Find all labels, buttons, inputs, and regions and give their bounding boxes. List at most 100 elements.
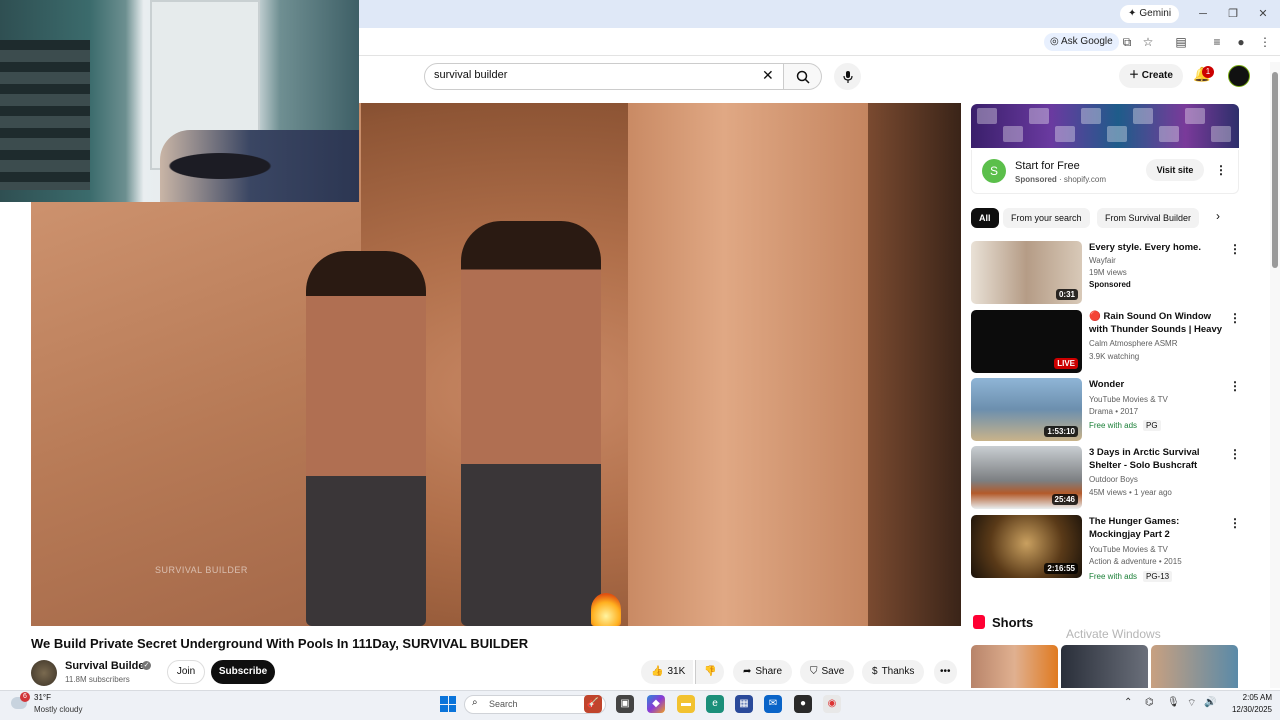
- recommendation-item[interactable]: 2:16:55 The Hunger Games: Mockingjay Par…: [971, 515, 1241, 582]
- microphone-icon: [842, 70, 853, 83]
- share-label: Share: [755, 666, 783, 677]
- weather-temperature[interactable]: 31°F: [34, 693, 51, 702]
- verified-check-icon: ✓: [142, 661, 151, 670]
- ask-google-button[interactable]: ◎ Ask Google: [1044, 33, 1119, 51]
- bookmark-star-icon[interactable]: ☆: [1139, 33, 1157, 51]
- clock-time[interactable]: 2:05 AM: [1236, 693, 1272, 702]
- close-window-icon[interactable]: ✕: [1248, 4, 1278, 24]
- recommendation-more-icon[interactable]: ⋮: [1229, 515, 1241, 531]
- like-button[interactable]: 👍 31K: [641, 660, 694, 684]
- voice-search-button[interactable]: [834, 63, 861, 90]
- recommendation-title: 🔴 Rain Sound On Window with Thunder Soun…: [1089, 311, 1223, 335]
- recommendation-more-icon[interactable]: ⋮: [1229, 446, 1241, 462]
- duration-badge: 25:46: [1051, 494, 1078, 505]
- volume-icon[interactable]: 🔊: [1204, 697, 1216, 708]
- recommendation-channel: Wayfair: [1089, 256, 1116, 265]
- recommendation-more-icon[interactable]: ⋮: [1229, 310, 1241, 326]
- ad-title[interactable]: Start for Free: [1015, 160, 1080, 172]
- recommendation-meta: Action & adventure • 2015: [1089, 557, 1182, 566]
- profile-icon[interactable]: ●: [1232, 33, 1250, 51]
- activate-windows-watermark: Activate Windows: [1066, 627, 1161, 641]
- recommendation-item[interactable]: LIVE 🔴 Rain Sound On Window with Thunder…: [971, 310, 1241, 374]
- recommendation-more-icon[interactable]: ⋮: [1229, 378, 1241, 394]
- github-desktop-icon[interactable]: ●: [794, 695, 812, 713]
- video-scene-man-right: [461, 221, 601, 626]
- wifi-icon[interactable]: ⌔: [1187, 697, 1196, 710]
- chevron-right-icon[interactable]: ›: [1216, 209, 1220, 223]
- restore-icon[interactable]: ❐: [1218, 4, 1248, 24]
- weather-description[interactable]: Mostly cloudy: [34, 705, 82, 714]
- recommendation-thumbnail: LIVE: [971, 310, 1082, 373]
- channel-name[interactable]: Survival Builder: [65, 660, 149, 672]
- short-thumbnail[interactable]: [1151, 645, 1238, 688]
- tab-search-icon[interactable]: ▤: [1172, 33, 1190, 51]
- ad-banner-image[interactable]: [971, 104, 1239, 148]
- windows-taskbar: [0, 690, 1280, 720]
- file-explorer-icon[interactable]: ▬: [677, 695, 695, 713]
- ask-google-label: Ask Google: [1060, 36, 1113, 47]
- minimize-icon[interactable]: ─: [1188, 4, 1218, 24]
- plus-icon: ＋: [1129, 70, 1139, 81]
- more-actions-button[interactable]: •••: [934, 660, 957, 684]
- chrome-browser-icon[interactable]: ◉: [823, 695, 841, 713]
- scrollbar-thumb[interactable]: [1272, 72, 1278, 268]
- copilot-icon[interactable]: ◆: [647, 695, 665, 713]
- task-view-icon[interactable]: ▣: [616, 695, 634, 713]
- create-button[interactable]: ＋ Create: [1119, 64, 1183, 88]
- gemini-button[interactable]: ✦ Gemini: [1120, 5, 1180, 23]
- join-button[interactable]: Join: [167, 660, 205, 684]
- clear-search-icon[interactable]: ✕: [762, 67, 774, 84]
- recommendation-item[interactable]: 0:31 Every style. Every home. Wayfair 19…: [971, 241, 1241, 305]
- recommendation-meta: 45M views • 1 year ago: [1089, 488, 1172, 497]
- store-icon[interactable]: ▦: [735, 695, 753, 713]
- edge-browser-icon[interactable]: e: [706, 695, 724, 713]
- share-button[interactable]: ➦ Share: [733, 660, 793, 684]
- chip-from-your-search[interactable]: From your search: [1003, 208, 1090, 228]
- search-button[interactable]: [784, 63, 822, 90]
- account-avatar[interactable]: [1228, 65, 1250, 87]
- save-label: Save: [821, 666, 845, 677]
- guitar-widget-icon[interactable]: 🎸: [584, 695, 602, 713]
- free-with-ads-label: Free with ads: [1089, 421, 1138, 430]
- save-button[interactable]: ⛉ Save: [800, 660, 855, 684]
- clock-date[interactable]: 12/30/2025: [1226, 705, 1272, 714]
- webcam-overlay: [0, 0, 359, 202]
- network-icon[interactable]: ⌬: [1145, 697, 1154, 708]
- recommendation-meta: 19M views: [1089, 268, 1127, 277]
- recommendation-thumbnail: 2:16:55: [971, 515, 1082, 578]
- shorts-icon: [973, 615, 985, 629]
- recommendation-title: Wonder: [1089, 379, 1125, 390]
- duration-badge: 0:31: [1055, 289, 1078, 300]
- thanks-button[interactable]: $ Thanks: [862, 660, 925, 684]
- rating-badge: PG-13: [1143, 571, 1173, 582]
- thumbs-down-icon: 👎: [704, 666, 717, 677]
- ad-sponsored-line: Sponsored · shopify.com: [1015, 175, 1106, 184]
- dislike-button[interactable]: 👎: [695, 660, 725, 684]
- short-thumbnail[interactable]: [1061, 645, 1148, 688]
- recommendation-title: Every style. Every home.: [1089, 242, 1201, 253]
- reading-list-icon[interactable]: ≡: [1208, 33, 1226, 51]
- recommendation-channel: YouTube Movies & TV: [1089, 545, 1168, 554]
- outlook-icon[interactable]: ✉: [764, 695, 782, 713]
- short-thumbnail[interactable]: [971, 645, 1058, 688]
- recommendation-item[interactable]: 1:53:10 Wonder YouTube Movies & TV Drama…: [971, 378, 1241, 442]
- notification-count-badge: 1: [1202, 66, 1214, 78]
- show-hidden-icons[interactable]: ⌃: [1124, 697, 1132, 708]
- shorts-heading: Shorts: [992, 615, 1034, 630]
- ad-more-icon[interactable]: ⋮: [1215, 162, 1227, 178]
- channel-avatar[interactable]: [31, 660, 57, 686]
- subscribe-button[interactable]: Subscribe: [211, 660, 275, 684]
- video-scene-fire: [591, 593, 621, 626]
- gemini-icon: ✦: [1128, 8, 1137, 19]
- live-badge: LIVE: [1054, 358, 1078, 369]
- recommendation-more-icon[interactable]: ⋮: [1229, 241, 1241, 257]
- recommendation-item[interactable]: 25:46 3 Days in Arctic Survival Shelter …: [971, 446, 1241, 510]
- windows-start-icon[interactable]: [440, 696, 456, 712]
- visit-site-button[interactable]: Visit site: [1146, 159, 1204, 181]
- chip-all[interactable]: All: [971, 208, 999, 228]
- microphone-tray-icon[interactable]: 🎙: [1167, 697, 1180, 708]
- chip-from-survival-builder[interactable]: From Survival Builder: [1097, 208, 1200, 228]
- taskbar-search-icon: ⌕: [472, 697, 478, 708]
- browser-menu-icon[interactable]: ⋮: [1256, 33, 1274, 51]
- install-app-icon[interactable]: ⧉: [1118, 33, 1136, 51]
